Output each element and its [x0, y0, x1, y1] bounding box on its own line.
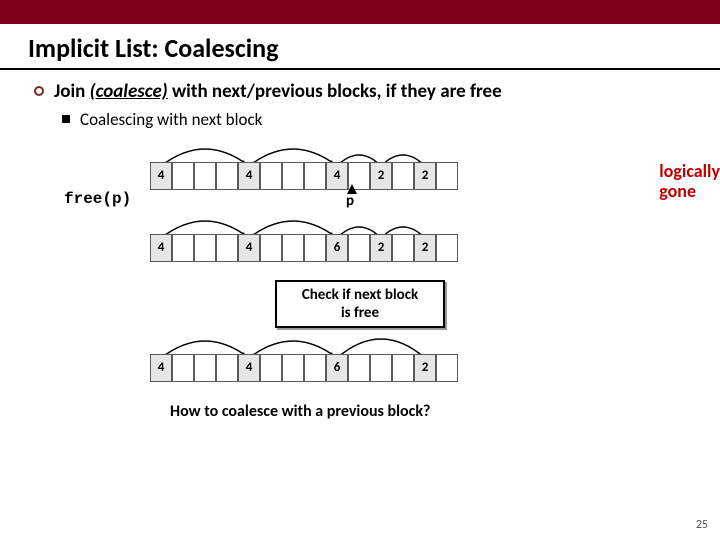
cell — [194, 234, 216, 262]
cell — [304, 354, 326, 382]
blockrow-1: 4 4 4 2 2 — [150, 162, 458, 190]
cell: 4 — [326, 162, 348, 190]
cell: 2 — [414, 234, 436, 262]
cell — [348, 234, 370, 262]
cell: 2 — [414, 354, 436, 382]
cell — [436, 234, 458, 262]
cell: 4 — [150, 162, 172, 190]
cell: 6 — [326, 354, 348, 382]
cell — [348, 354, 370, 382]
bullet-2: Coalescing with next block — [28, 109, 692, 130]
cell: 2 — [370, 234, 392, 262]
top-bar — [0, 0, 720, 24]
check-line1: Check if next block — [302, 286, 418, 304]
content: Join (coalesce) with next/previous block… — [0, 80, 720, 421]
cell — [392, 162, 414, 190]
cell — [370, 354, 392, 382]
cell — [392, 354, 414, 382]
cell — [436, 162, 458, 190]
question: How to coalesce with a previous block? — [170, 402, 670, 421]
cell — [216, 162, 238, 190]
row-3: 4 4 6 2 — [50, 332, 670, 392]
bullet-2-text: Coalescing with next block — [80, 109, 262, 130]
annotation-line2: gone — [659, 180, 696, 202]
annotation: logically gone — [659, 162, 720, 202]
cell — [304, 162, 326, 190]
blockrow-3: 4 4 6 2 — [150, 354, 458, 382]
row-2: 4 4 6 2 2 — [50, 212, 670, 272]
cell: 4 — [238, 354, 260, 382]
cell — [260, 162, 282, 190]
title-rule — [0, 68, 720, 70]
bullet1-underlined: (coalesce) — [90, 80, 168, 103]
bullet-1-text: Join (coalesce) with next/previous block… — [54, 80, 502, 103]
p-label: p — [346, 192, 354, 210]
diagram: 4 4 4 2 2 free(p) p logically — [50, 140, 670, 421]
check-line2: is free — [341, 304, 379, 322]
bullet1-pre: Join — [54, 80, 90, 103]
annotation-line1: logically — [659, 160, 720, 182]
cell — [260, 354, 282, 382]
cell: 4 — [238, 162, 260, 190]
cell: 2 — [414, 162, 436, 190]
bullet-1: Join (coalesce) with next/previous block… — [28, 80, 692, 103]
slide-title: Implicit List: Coalescing — [0, 24, 720, 68]
cell: 4 — [150, 234, 172, 262]
cell — [436, 354, 458, 382]
cell — [172, 354, 194, 382]
cell — [172, 162, 194, 190]
bullet1-post: with next/previous blocks, if they are f… — [168, 80, 502, 103]
square-bullet-icon — [62, 115, 70, 123]
cell: 6 — [326, 234, 348, 262]
free-label: free(p) — [64, 190, 131, 208]
cell — [260, 234, 282, 262]
blockrow-2: 4 4 6 2 2 — [150, 234, 458, 262]
page-number: 25 — [696, 518, 708, 532]
cell — [304, 234, 326, 262]
cell — [172, 234, 194, 262]
cell — [216, 234, 238, 262]
cell — [282, 162, 304, 190]
row-1: 4 4 4 2 2 free(p) p logically — [50, 140, 670, 200]
cell — [282, 354, 304, 382]
hollow-circle-icon — [34, 86, 44, 96]
cell — [392, 234, 414, 262]
cell — [282, 234, 304, 262]
cell: 4 — [238, 234, 260, 262]
cell: 4 — [150, 354, 172, 382]
cell: 2 — [370, 162, 392, 190]
check-note: Check if next block is free — [275, 280, 445, 328]
cell — [194, 354, 216, 382]
cell — [216, 354, 238, 382]
cell — [194, 162, 216, 190]
